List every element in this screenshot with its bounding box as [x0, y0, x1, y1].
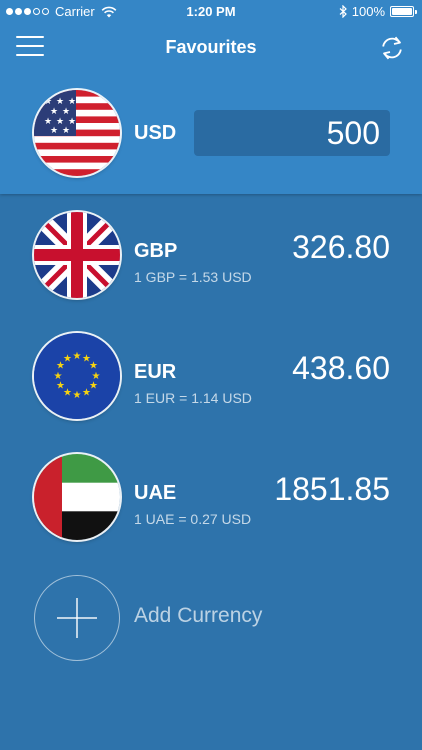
converted-amount: 326.80 [292, 229, 390, 265]
uk-flag-icon [34, 212, 120, 298]
currency-code: GBP [134, 240, 178, 262]
base-amount-input[interactable]: 500 [194, 110, 390, 156]
bluetooth-icon [339, 5, 347, 18]
status-bar: Carrier 1:20 PM 100% [0, 0, 422, 24]
header-panel: Carrier 1:20 PM 100% Favourites ★ ★ ★ ★ … [0, 0, 422, 194]
svg-text:★: ★ [54, 371, 63, 382]
add-currency-label[interactable]: Add Currency [134, 604, 262, 628]
page-title: Favourites [165, 37, 257, 57]
exchange-rate: 1 GBP = 1.53 USD [134, 269, 252, 285]
converted-amount: 438.60 [292, 350, 390, 386]
converted-amount: 1851.85 [274, 471, 390, 507]
currency-code: EUR [134, 361, 177, 383]
svg-text:★: ★ [62, 107, 70, 117]
status-right: 100% [339, 4, 417, 19]
currency-code: UAE [134, 482, 177, 504]
uae-flag-icon [34, 454, 120, 540]
base-currency-code: USD [134, 122, 177, 144]
svg-text:★: ★ [62, 126, 70, 136]
svg-text:★: ★ [68, 97, 76, 107]
svg-text:★: ★ [73, 390, 82, 401]
svg-text:★: ★ [50, 126, 58, 136]
eu-flag-icon: ★ ★ ★ ★ ★ ★ ★ ★ ★ ★ ★ ★ [34, 333, 120, 419]
refresh-icon[interactable] [378, 34, 406, 62]
svg-text:★: ★ [73, 351, 82, 362]
svg-text:★: ★ [56, 381, 65, 392]
battery-icon [390, 6, 417, 17]
exchange-rate: 1 UAE = 0.27 USD [134, 511, 252, 527]
svg-text:★: ★ [63, 354, 72, 365]
nav-bar: Favourites [0, 24, 422, 70]
exchange-rate: 1 EUR = 1.14 USD [134, 390, 252, 406]
svg-text:★: ★ [50, 107, 58, 117]
battery-percent: 100% [351, 4, 385, 19]
svg-text:★: ★ [56, 97, 64, 107]
app-screen: Carrier 1:20 PM 100% Favourites ★ ★ ★ ★ … [0, 0, 422, 750]
svg-text:★: ★ [89, 361, 98, 372]
svg-text:★: ★ [82, 388, 91, 399]
add-currency-button[interactable] [34, 575, 120, 661]
svg-text:★: ★ [44, 97, 52, 107]
us-flag-icon[interactable]: ★ ★ ★ ★ ★ ★ ★ ★ ★ ★ [34, 90, 120, 176]
